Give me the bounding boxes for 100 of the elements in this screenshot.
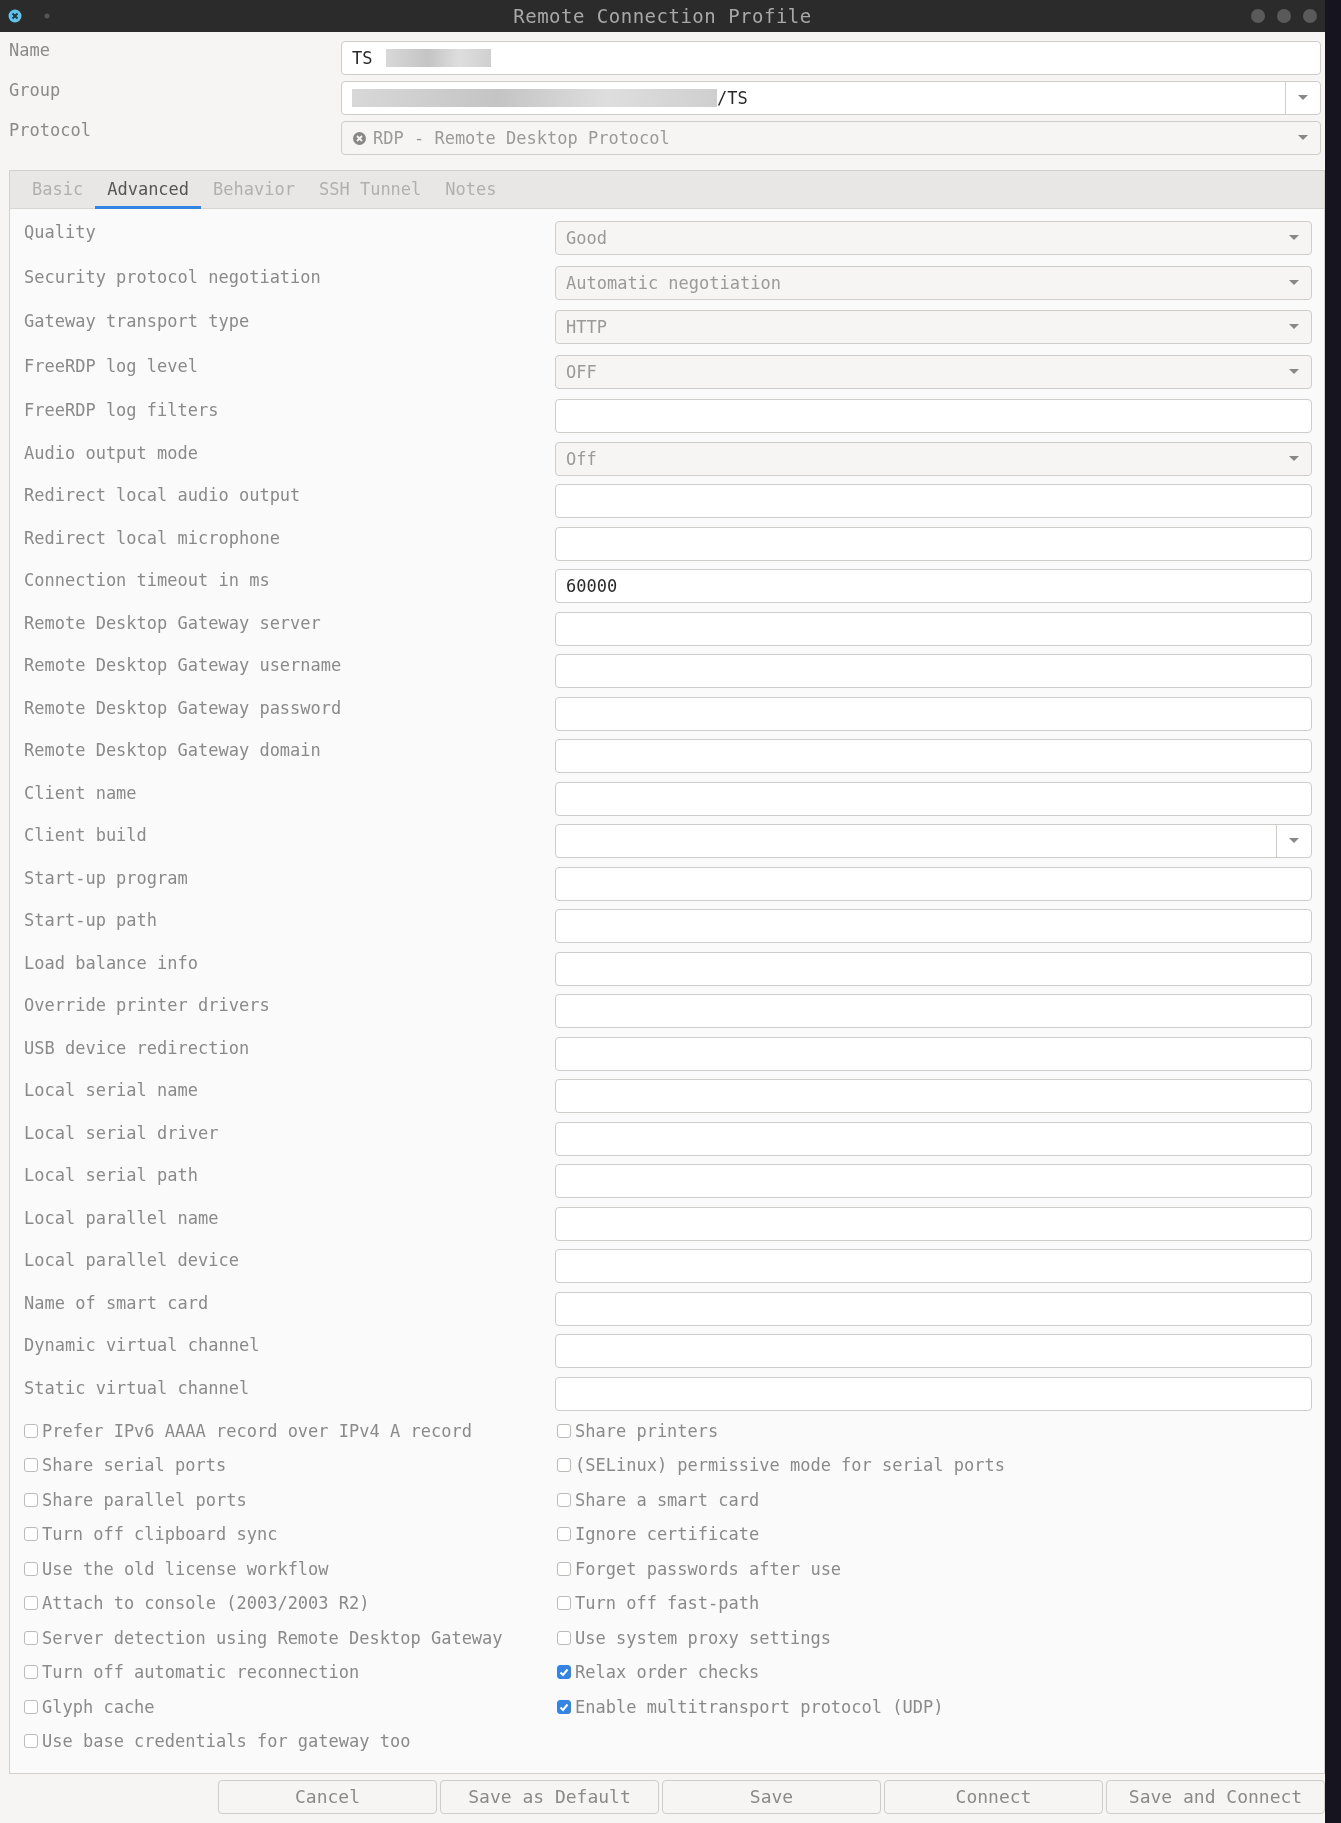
input-field[interactable] bbox=[555, 1079, 1312, 1113]
input-field[interactable] bbox=[555, 484, 1312, 518]
tab[interactable]: Behavior bbox=[201, 171, 307, 209]
dropdown[interactable]: HTTP bbox=[555, 310, 1312, 344]
input-field[interactable]: 60000 bbox=[555, 569, 1312, 603]
checkbox-label[interactable]: Turn off fast-path bbox=[575, 1593, 760, 1614]
input-field[interactable] bbox=[555, 1376, 1312, 1411]
field-label: Redirect local audio output bbox=[24, 484, 302, 507]
input-field[interactable] bbox=[555, 1206, 1312, 1241]
input-field[interactable] bbox=[555, 1334, 1312, 1368]
group-combo-field[interactable]: /TS bbox=[341, 81, 1321, 115]
field-label: Name bbox=[9, 40, 51, 60]
field-label: USB device redirection bbox=[24, 1036, 251, 1060]
checkbox-label[interactable]: Prefer IPv6 AAAA record over IPv4 A record bbox=[42, 1420, 472, 1441]
checkbox[interactable] bbox=[557, 1458, 571, 1473]
input-field[interactable] bbox=[555, 399, 1312, 433]
checkbox[interactable] bbox=[24, 1492, 38, 1507]
checkbox-label[interactable]: Share parallel ports bbox=[42, 1489, 247, 1510]
field-label: Client build bbox=[24, 824, 148, 847]
close-button[interactable] bbox=[1303, 9, 1317, 23]
checkbox-label[interactable]: Use the old license workflow bbox=[42, 1558, 329, 1579]
input-field[interactable] bbox=[555, 866, 1312, 901]
checkbox[interactable] bbox=[557, 1527, 571, 1542]
dropdown[interactable]: OFF bbox=[555, 354, 1312, 389]
checkbox[interactable] bbox=[557, 1665, 571, 1680]
checkbox[interactable] bbox=[24, 1561, 38, 1576]
checkbox-label[interactable]: Use system proxy settings bbox=[575, 1627, 831, 1648]
checkbox[interactable] bbox=[557, 1492, 571, 1507]
checkbox-label[interactable]: Turn off clipboard sync bbox=[42, 1524, 278, 1545]
dropdown[interactable]: Off bbox=[555, 441, 1312, 476]
input-field[interactable] bbox=[555, 909, 1312, 943]
checkbox-label[interactable]: (SELinux) permissive mode for serial ports bbox=[575, 1455, 1005, 1476]
checkbox-label[interactable]: Glyph cache bbox=[42, 1696, 155, 1717]
caret-icon bbox=[1298, 135, 1308, 141]
checkbox-label[interactable]: Enable multitransport protocol (UDP) bbox=[575, 1696, 944, 1717]
checkbox[interactable] bbox=[24, 1458, 38, 1473]
pin-icon[interactable] bbox=[44, 13, 50, 19]
tab[interactable]: Advanced bbox=[95, 171, 202, 209]
name-field[interactable]: TS bbox=[341, 41, 1321, 75]
checkbox[interactable] bbox=[557, 1561, 571, 1576]
dropdown[interactable]: Good bbox=[555, 221, 1312, 255]
field-label: Start-up path bbox=[24, 909, 159, 932]
field-label: Remote Desktop Gateway server bbox=[24, 611, 322, 635]
input-field[interactable] bbox=[555, 611, 1312, 646]
tab[interactable]: Basic bbox=[20, 171, 96, 209]
checkbox-label[interactable]: Server detection using Remote Desktop Gateway bbox=[42, 1627, 503, 1648]
dialog-button[interactable]: Save bbox=[662, 1779, 881, 1814]
input-field[interactable] bbox=[555, 1036, 1312, 1071]
maximize-button[interactable] bbox=[1277, 9, 1291, 23]
input-field[interactable] bbox=[555, 1249, 1312, 1283]
field-label: Remote Desktop Gateway password bbox=[24, 696, 343, 720]
input-field[interactable] bbox=[555, 951, 1312, 986]
checkbox-label[interactable]: Attach to console (2003/2003 R2) bbox=[42, 1593, 370, 1614]
dialog-button[interactable]: Cancel bbox=[218, 1779, 437, 1814]
checkbox-label[interactable]: Ignore certificate bbox=[575, 1524, 760, 1545]
dialog-button[interactable]: Save as Default bbox=[440, 1779, 659, 1814]
input-field[interactable] bbox=[555, 696, 1312, 731]
caret-icon bbox=[1289, 324, 1299, 330]
checkbox[interactable] bbox=[24, 1699, 38, 1714]
checkbox[interactable] bbox=[24, 1665, 38, 1680]
field-label: Protocol bbox=[9, 120, 92, 140]
field-label: Start-up program bbox=[24, 866, 189, 890]
dialog-button[interactable]: Save and Connect bbox=[1106, 1779, 1325, 1814]
field-label: Local serial path bbox=[24, 1164, 199, 1187]
checkbox-label[interactable]: Turn off automatic reconnection bbox=[42, 1662, 360, 1683]
input-field[interactable] bbox=[555, 526, 1312, 561]
protocol-dropdown[interactable]: RDP - Remote Desktop Protocol bbox=[341, 121, 1321, 155]
checkbox[interactable] bbox=[557, 1630, 571, 1645]
dropdown[interactable]: Automatic negotiation bbox=[555, 265, 1312, 300]
checkbox[interactable] bbox=[24, 1630, 38, 1645]
input-field[interactable] bbox=[555, 781, 1312, 816]
input-field[interactable] bbox=[555, 1121, 1312, 1156]
minimize-button[interactable] bbox=[1251, 9, 1265, 23]
checkbox-label[interactable]: Share printers bbox=[575, 1420, 719, 1441]
checkbox[interactable] bbox=[24, 1423, 38, 1438]
checkbox[interactable] bbox=[557, 1423, 571, 1438]
caret-icon bbox=[1289, 455, 1299, 462]
checkbox[interactable] bbox=[557, 1596, 571, 1611]
tab[interactable]: Notes bbox=[433, 171, 509, 209]
tab[interactable]: SSH Tunnel bbox=[306, 171, 434, 209]
dialog-button[interactable]: Connect bbox=[884, 1779, 1103, 1814]
checkbox-label[interactable]: Relax order checks bbox=[575, 1662, 760, 1683]
input-field[interactable] bbox=[555, 1164, 1312, 1198]
checkbox-label[interactable]: Share a smart card bbox=[575, 1489, 760, 1510]
checkbox-label[interactable]: Forget passwords after use bbox=[575, 1558, 842, 1579]
combo-field[interactable] bbox=[555, 824, 1312, 858]
input-field[interactable] bbox=[555, 1291, 1312, 1326]
input-field[interactable] bbox=[555, 739, 1312, 773]
checkbox-label[interactable]: Share serial ports bbox=[42, 1455, 227, 1476]
checkbox[interactable] bbox=[24, 1527, 38, 1542]
checkbox[interactable] bbox=[24, 1734, 38, 1749]
field-label: Local serial driver bbox=[24, 1121, 220, 1145]
field-label: Group bbox=[9, 80, 62, 100]
checkbox-label[interactable]: Use base credentials for gateway too bbox=[42, 1731, 411, 1752]
checkbox[interactable] bbox=[557, 1699, 571, 1714]
input-field[interactable] bbox=[555, 654, 1312, 688]
checkbox[interactable] bbox=[24, 1596, 38, 1611]
input-field[interactable] bbox=[555, 994, 1312, 1028]
caret-icon bbox=[1289, 279, 1299, 286]
field-label: Name of smart card bbox=[24, 1291, 210, 1315]
